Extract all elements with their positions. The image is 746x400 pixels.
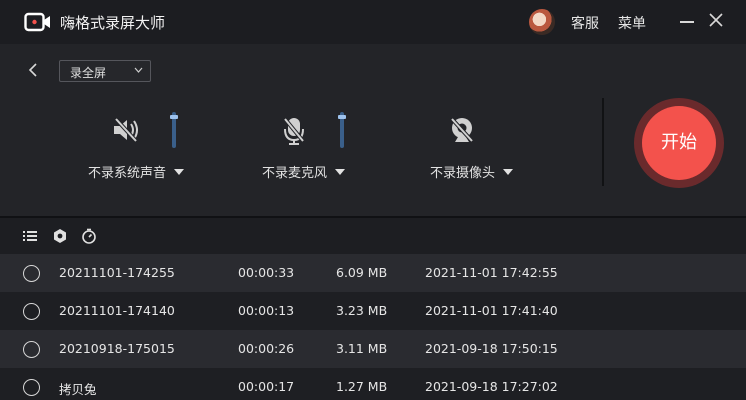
recording-duration: 00:00:17 [238,379,295,394]
camera-logo-icon [24,12,50,32]
recording-name: 20210918-175015 [59,341,175,356]
recording-size: 1.27 MB [336,379,388,394]
system-audio-dropdown[interactable]: 不录系统声音 [88,162,185,181]
recording-date: 2021-11-01 17:41:40 [425,303,558,318]
recording-name: 20211101-174255 [59,265,175,280]
recording-duration: 00:00:26 [238,341,295,356]
row-radio[interactable] [23,379,40,396]
list-icon[interactable] [22,228,38,244]
camera-dropdown[interactable]: 不录摄像头 [430,162,514,181]
start-recording-button[interactable]: 开始 [642,106,716,180]
capture-mode-select[interactable]: 录全屏 [59,60,151,82]
microphone-label: 不录麦克风 [262,166,328,181]
chevron-down-icon [134,67,143,73]
recording-date: 2021-11-01 17:42:55 [425,265,558,280]
recording-size: 3.11 MB [336,341,388,356]
panel-divider [602,98,604,186]
capture-mode-value: 录全屏 [70,66,107,80]
row-radio[interactable] [23,341,40,358]
recording-duration: 00:00:13 [238,303,295,318]
customer-service-link[interactable]: 客服 [571,13,599,33]
recording-duration: 00:00:33 [238,265,295,280]
table-row[interactable]: 拷贝兔 00:00:17 1.27 MB 2021-09-18 17:27:02 [0,368,746,400]
dropdown-arrow-icon [503,169,514,175]
row-radio[interactable] [23,265,40,282]
table-row[interactable]: 20210918-175015 00:00:26 3.11 MB 2021-09… [0,330,746,368]
app-title: 嗨格式录屏大师 [60,14,166,32]
close-icon[interactable] [708,12,724,28]
recording-list: 20211101-174255 00:00:33 6.09 MB 2021-11… [0,254,746,400]
system-audio-slider-knob[interactable] [170,115,178,119]
microphone-slider[interactable] [338,112,346,148]
recording-date: 2021-09-18 17:50:15 [425,341,558,356]
back-arrow-icon[interactable] [26,62,40,78]
title-bar: 嗨格式录屏大师 客服 菜单 [0,0,746,44]
row-radio[interactable] [23,303,40,320]
table-row[interactable]: 20211101-174255 00:00:33 6.09 MB 2021-11… [0,254,746,292]
microphone-slider-knob[interactable] [338,115,346,119]
settings-hex-icon[interactable] [52,228,68,244]
timer-icon[interactable] [81,228,97,244]
dropdown-arrow-icon [174,169,185,175]
system-audio-slider[interactable] [170,112,178,148]
camera-label: 不录摄像头 [430,166,496,181]
table-row[interactable]: 20211101-174140 00:00:13 3.23 MB 2021-11… [0,292,746,330]
camera-off-icon[interactable] [446,114,478,146]
menu-link[interactable]: 菜单 [618,13,646,33]
recording-size: 6.09 MB [336,265,388,280]
dropdown-arrow-icon [335,169,346,175]
recording-name: 20211101-174140 [59,303,175,318]
recording-date: 2021-09-18 17:27:02 [425,379,558,394]
minimize-icon[interactable] [680,21,694,23]
recording-name: 拷贝兔 [59,382,97,397]
recording-size: 3.23 MB [336,303,388,318]
system-audio-label: 不录系统声音 [88,166,167,181]
list-toolbar [0,218,746,254]
user-avatar[interactable] [529,9,555,35]
speaker-muted-icon[interactable] [110,114,142,146]
microphone-dropdown[interactable]: 不录麦克风 [262,162,346,181]
microphone-off-icon[interactable] [278,114,310,146]
